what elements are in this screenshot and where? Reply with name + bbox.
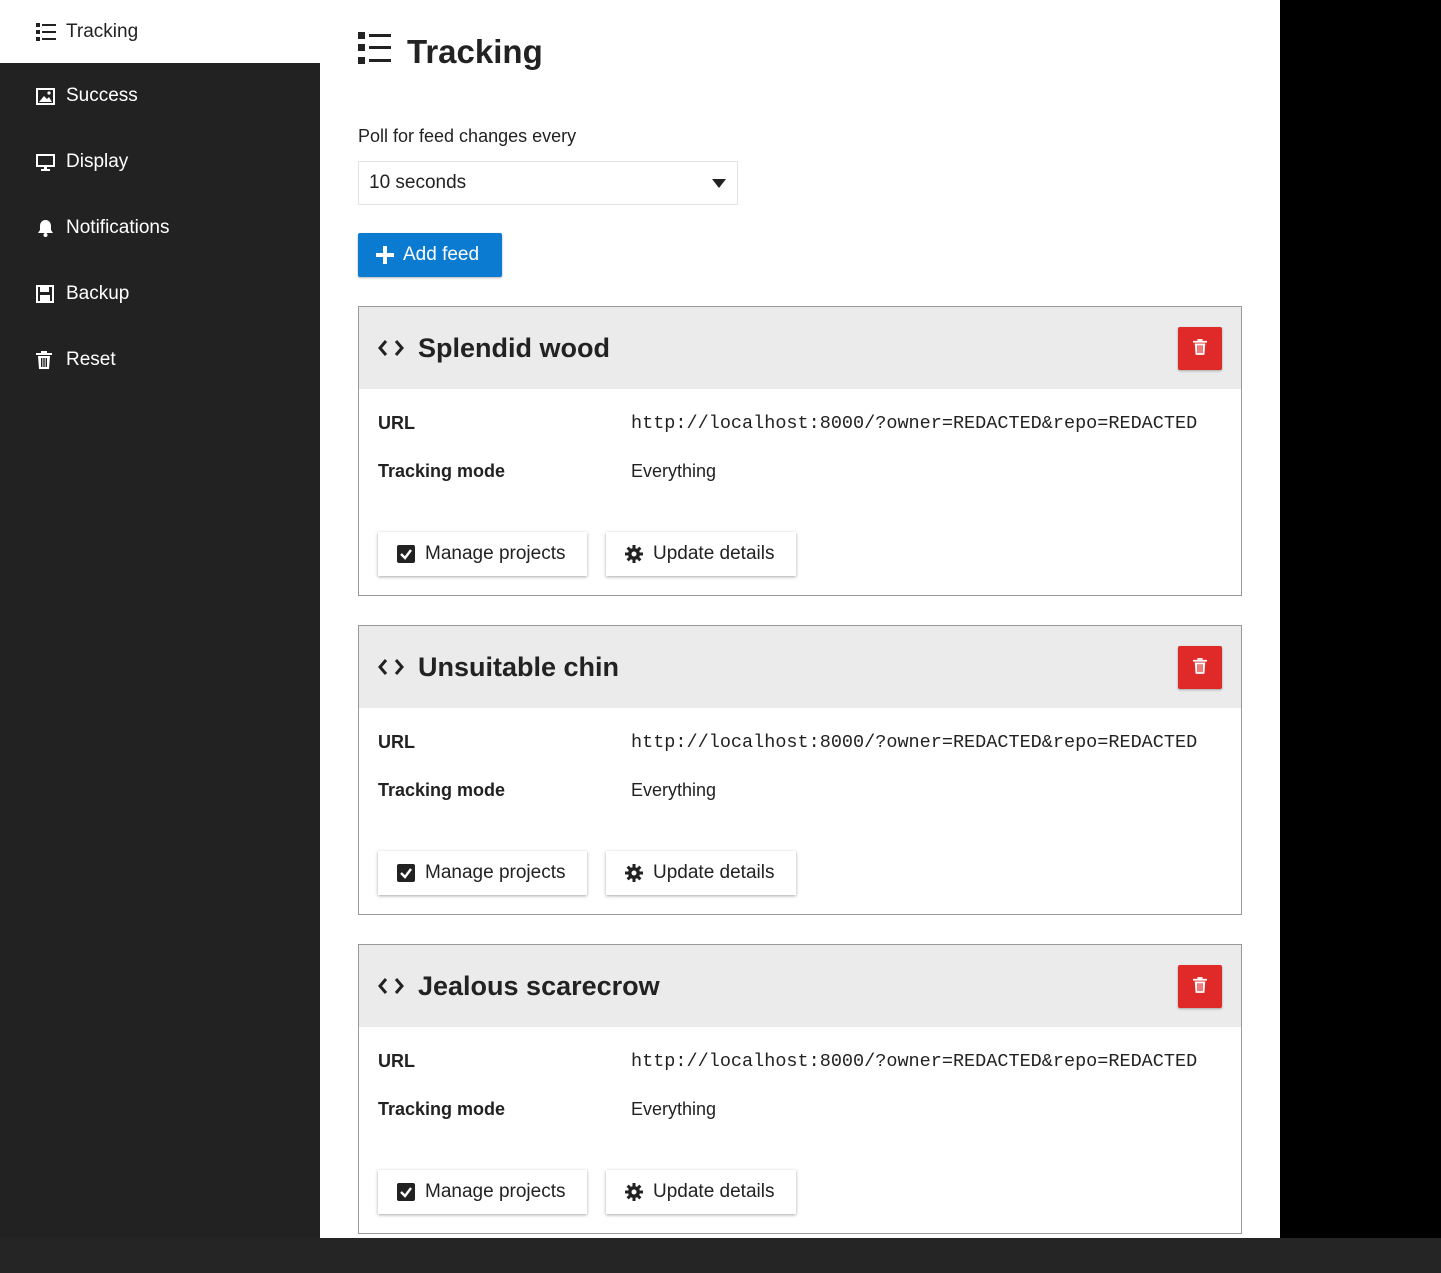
poll-label: Poll for feed changes every [358,126,577,146]
sidebar-item-label: Tracking [66,20,139,42]
right-backdrop [1280,0,1441,1238]
delete-feed-button[interactable] [1178,965,1222,1008]
main-content: Tracking Poll for feed changes every 10 … [320,0,1280,1238]
poll-interval-value: 10 seconds [369,172,467,193]
sidebar-item-label: Notifications [66,217,170,238]
manage-projects-label: Manage projects [425,862,566,883]
feed-header: Jealous scarecrow [359,945,1241,1027]
gear-icon [625,545,643,563]
save-icon [36,285,66,303]
update-details-label: Update details [653,543,775,564]
poll-interval-select[interactable]: 10 seconds [358,161,738,205]
add-feed-button[interactable]: Add feed [358,233,502,277]
add-feed-label: Add feed [403,244,480,265]
manage-projects-button[interactable]: Manage projects [378,532,587,576]
sidebar-item-label: Backup [66,283,130,304]
mode-value: Everything [631,780,717,800]
manage-projects-label: Manage projects [425,1181,566,1202]
feed-title: Unsuitable chin [418,651,620,682]
gear-icon [625,1183,643,1201]
update-details-label: Update details [653,862,775,883]
sidebar-item-reset[interactable]: Reset [0,327,320,393]
checkbox-checked-icon [397,545,415,563]
feed-header: Unsuitable chin [359,626,1241,708]
update-details-button[interactable]: Update details [606,532,796,576]
mode-key: Tracking mode [378,461,506,481]
manage-projects-button[interactable]: Manage projects [378,851,587,895]
page-title-text: Tracking [407,33,543,70]
page-title: Tracking [358,32,543,72]
feed-card: Jealous scarecrow URL http://localhost:8… [358,944,1242,1234]
update-details-button[interactable]: Update details [606,1170,796,1214]
sidebar-item-tracking[interactable]: Tracking [0,0,320,63]
url-value: http://localhost:8000/?owner=REDACTED&re… [631,732,1198,753]
feed-title: Jealous scarecrow [418,970,660,1001]
mode-value: Everything [631,1099,717,1119]
feed-card: Splendid wood URL http://localhost:8000/… [358,306,1242,596]
bell-icon [36,219,66,237]
code-icon [378,658,404,676]
trash-icon [1193,339,1207,358]
caret-down-icon [712,179,726,188]
sidebar-item-notifications[interactable]: Notifications [0,195,320,261]
mode-key: Tracking mode [378,1099,506,1119]
trash-icon [1193,658,1207,677]
delete-feed-button[interactable] [1178,327,1222,370]
delete-feed-button[interactable] [1178,646,1222,689]
plus-icon [376,246,394,264]
image-icon [36,87,66,105]
trash-icon [1193,977,1207,996]
update-details-button[interactable]: Update details [606,851,796,895]
monitor-icon [36,153,66,171]
url-key: URL [378,1051,415,1071]
update-details-label: Update details [653,1181,775,1202]
sidebar-item-label: Success [66,85,138,106]
sidebar-item-label: Reset [66,349,116,370]
sidebar-item-display[interactable]: Display [0,129,320,195]
feed-card: Unsuitable chin URL http://localhost:800… [358,625,1242,915]
manage-projects-label: Manage projects [425,543,566,564]
gear-icon [625,864,643,882]
mode-value: Everything [631,461,717,481]
list-icon [358,32,391,72]
sidebar-item-success[interactable]: Success [0,63,320,129]
url-value: http://localhost:8000/?owner=REDACTED&re… [631,413,1198,434]
sidebar-item-label: Display [66,151,129,172]
sidebar: Tracking Success Display Notifications B… [0,0,320,1238]
code-icon [378,977,404,995]
url-key: URL [378,732,415,752]
feed-header: Splendid wood [359,307,1241,389]
url-value: http://localhost:8000/?owner=REDACTED&re… [631,1051,1198,1072]
checkbox-checked-icon [397,1183,415,1201]
feed-title: Splendid wood [418,332,610,363]
trash-icon [36,351,66,369]
manage-projects-button[interactable]: Manage projects [378,1170,587,1214]
checkbox-checked-icon [397,864,415,882]
sidebar-item-backup[interactable]: Backup [0,261,320,327]
mode-key: Tracking mode [378,780,506,800]
list-icon [36,22,66,41]
url-key: URL [378,413,415,433]
code-icon [378,339,404,357]
